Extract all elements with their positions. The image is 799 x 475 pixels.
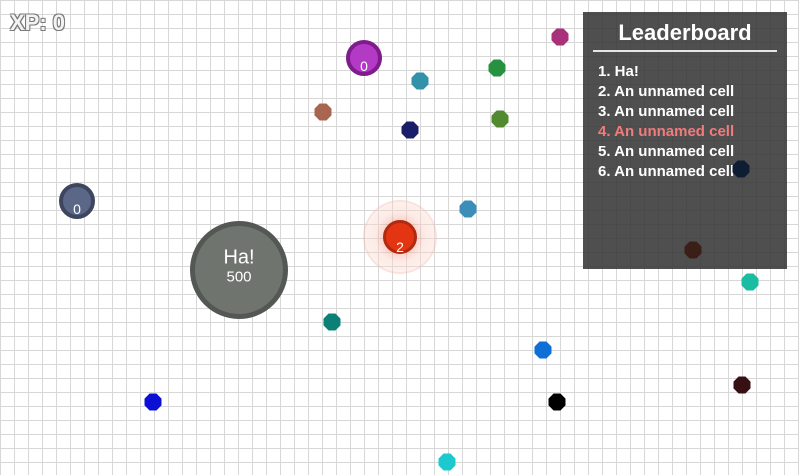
player-cell-purple[interactable]: 0 [346,40,382,76]
food-pellet [741,273,759,291]
leaderboard-entry: 5. An unnamed cell [598,143,735,160]
player-cell-slate[interactable]: 0 [59,183,95,219]
leaderboard-list: 1. Ha! 2. An unnamed cell 3. An unnamed … [593,62,777,182]
food-pellet [314,103,332,121]
food-pellet [551,28,569,46]
xp-counter: XP: 0 [10,10,66,35]
food-pellet [491,110,509,128]
leaderboard-entry: 1. Ha! [598,63,639,80]
leaderboard-entry-self: 4. An unnamed cell [598,123,735,140]
cell-name: Ha! [223,246,255,269]
food-pellet [401,121,419,139]
food-pellet [488,59,506,77]
cell-mass: 500 [226,268,252,286]
food-pellet [534,341,552,359]
leaderboard: Leaderboard 1. Ha! 2. An unnamed cell 3.… [583,12,787,269]
leaderboard-entry: 3. An unnamed cell [598,103,735,120]
player-cell-ha[interactable]: Ha! 500 [190,221,288,319]
leaderboard-entry: 6. An unnamed cell [598,163,735,180]
food-pellet [323,313,341,331]
food-pellet [411,72,429,90]
food-pellet [144,393,162,411]
cell-mass: 2 [396,239,404,255]
leaderboard-entry: 2. An unnamed cell [598,83,735,100]
cell-mass: 0 [360,58,368,74]
food-pellet [438,453,456,471]
food-pellet [459,200,477,218]
game-world[interactable]: XP: 0 Ha! 500 2 0 0 Leaderboard 1. Ha! 2… [0,0,799,475]
food-pellet [733,376,751,394]
player-cell-red[interactable]: 2 [383,220,417,254]
cell-mass: 0 [73,201,81,217]
food-pellet [548,393,566,411]
leaderboard-title: Leaderboard [593,20,777,52]
